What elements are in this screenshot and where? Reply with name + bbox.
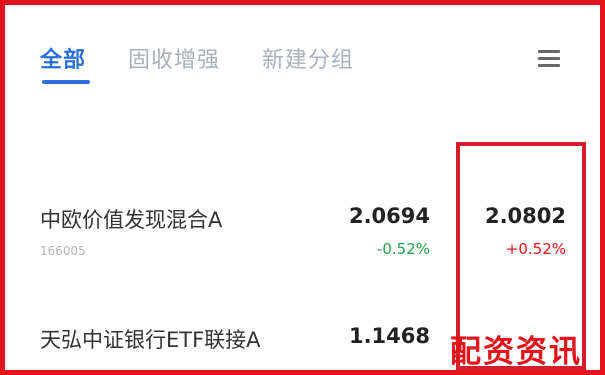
fund-nav-change: -0.52% [376,240,430,258]
list-menu-icon[interactable] [538,50,560,68]
fund-nav: 2.0694 [348,204,430,228]
fund-name: 中欧价值发现混合A [40,208,223,232]
active-tab-indicator [42,80,90,84]
tab-all[interactable]: 全部 [40,42,86,74]
tab-new-group[interactable]: 新建分组 [262,42,354,74]
fund-name: 天弘中证银行ETF联接A [40,328,261,352]
tab-fixed-income-plus[interactable]: 固收增强 [128,42,220,74]
fund-code: 166005 [40,244,86,258]
watermark-text: 配资资讯 [450,334,582,370]
fund-nav: 1.1468 [348,324,430,348]
group-tabs: 全部 固收增强 新建分组 [40,42,396,74]
